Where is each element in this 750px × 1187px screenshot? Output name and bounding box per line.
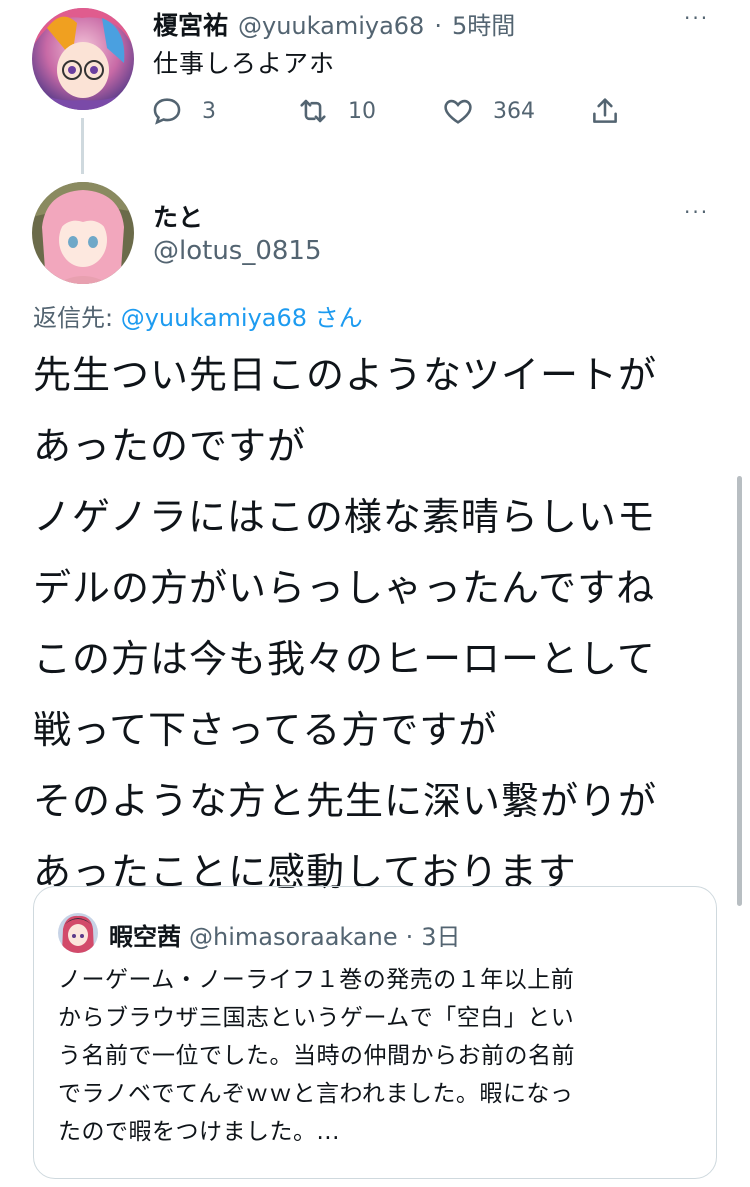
parent-separator: · bbox=[434, 12, 442, 40]
quoted-header: 暇空茜 @himasoraakane · 3日 bbox=[109, 917, 461, 952]
share-icon bbox=[593, 98, 617, 123]
quoted-display-name: 暇空茜 bbox=[109, 923, 181, 951]
reply-button[interactable]: 3 bbox=[150, 94, 216, 128]
reply-tweet-body: 先生つい先日このようなツイートが あったのですが ノゲノラにはこの様な素晴らしい… bbox=[33, 340, 657, 908]
thread-connector-line bbox=[81, 118, 84, 174]
retweet-button[interactable]: 10 bbox=[296, 94, 376, 128]
replying-to-suffix: さん bbox=[307, 304, 363, 332]
parent-display-name[interactable]: 榎宮祐 bbox=[153, 6, 228, 42]
like-button[interactable]: 364 bbox=[441, 94, 535, 128]
body-line: ノゲノラにはこの様な素晴らしいモ bbox=[33, 495, 656, 539]
parent-timestamp[interactable]: 5時間 bbox=[452, 6, 515, 41]
parent-header: 榎宮祐 @yuukamiya68 · 5時間 bbox=[153, 6, 515, 42]
reply-handle[interactable]: @lotus_0815 bbox=[153, 236, 322, 266]
body-line: 先生つい先日このようなツイートが bbox=[33, 353, 658, 397]
scrollbar-thumb[interactable] bbox=[737, 476, 742, 906]
retweet-count: 10 bbox=[348, 98, 376, 124]
replying-to-prefix: 返信先: bbox=[33, 304, 121, 332]
quoted-line: たので暇をつけました。... bbox=[58, 1119, 340, 1145]
quoted-line: からブラウザ三国志というゲームで「空白」とい bbox=[58, 1005, 575, 1031]
body-line: あったのですが bbox=[33, 424, 307, 468]
reply-display-name[interactable]: たと bbox=[153, 198, 203, 234]
quoted-line: でラノベでてんぞｗｗと言われました。暇になっ bbox=[58, 1081, 574, 1107]
reply-more-icon[interactable]: ··· bbox=[684, 200, 709, 224]
quoted-line: ノーゲーム・ノーライフ１巻の発売の１年以上前 bbox=[58, 967, 575, 993]
body-line: そのような方と先生に深い繋がりが bbox=[33, 779, 658, 823]
parent-handle[interactable]: @yuukamiya68 bbox=[238, 12, 424, 40]
replying-to: 返信先: @yuukamiya68 さん bbox=[33, 298, 363, 333]
retweet-icon bbox=[300, 99, 326, 123]
reply-count: 3 bbox=[202, 98, 216, 124]
quoted-tweet-body: ノーゲーム・ノーライフ１巻の発売の１年以上前 からブラウザ三国志というゲームで「… bbox=[58, 961, 575, 1151]
quoted-timestamp: 3日 bbox=[421, 923, 461, 951]
reply-avatar[interactable] bbox=[32, 182, 134, 284]
parent-more-icon[interactable]: ··· bbox=[684, 6, 709, 30]
parent-avatar[interactable] bbox=[32, 8, 134, 110]
like-icon bbox=[444, 99, 472, 124]
quoted-handle: @himasoraakane bbox=[189, 923, 398, 951]
body-line: 戦って下さってる方ですが bbox=[33, 708, 498, 752]
replying-to-handle[interactable]: @yuukamiya68 bbox=[121, 304, 307, 332]
quoted-separator: · bbox=[405, 923, 414, 951]
share-button[interactable] bbox=[588, 94, 622, 128]
body-line: デルの方がいらっしゃったんですね bbox=[33, 566, 656, 610]
quoted-tweet-card[interactable]: 暇空茜 @himasoraakane · 3日 ノーゲーム・ノーライフ１巻の発売… bbox=[33, 886, 717, 1179]
reply-icon bbox=[153, 98, 181, 125]
quoted-line: う名前で一位でした。当時の仲間からお前の名前 bbox=[58, 1043, 575, 1069]
body-line: この方は今も我々のヒーローとして bbox=[33, 637, 656, 681]
like-count: 364 bbox=[493, 98, 535, 124]
parent-tweet-text: 仕事しろよアホ bbox=[153, 49, 336, 78]
quoted-avatar bbox=[58, 913, 98, 953]
